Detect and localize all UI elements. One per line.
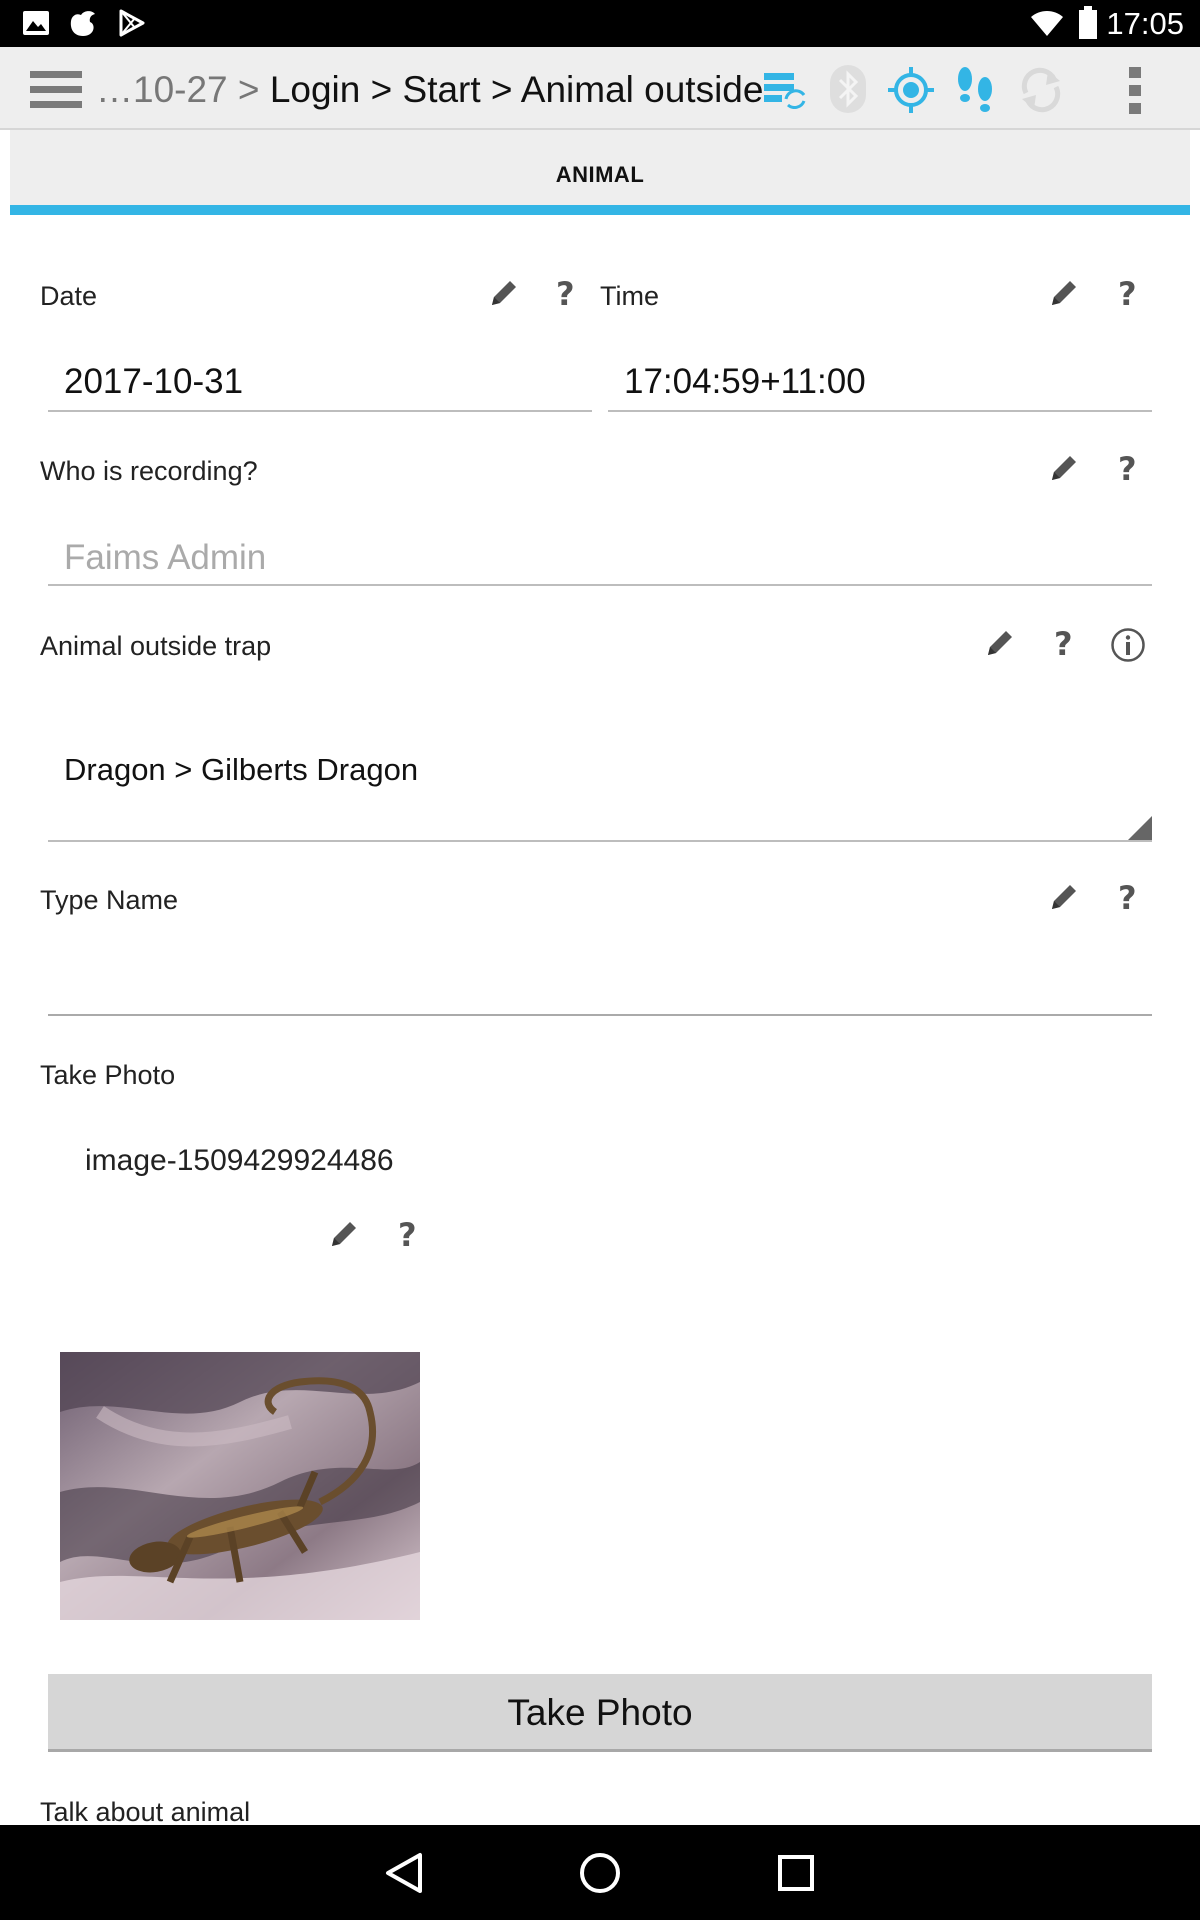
navigation-bar — [0, 1825, 1200, 1920]
bluetooth-icon[interactable] — [828, 63, 868, 115]
take-photo-label: Take Photo — [40, 1060, 176, 1090]
home-icon[interactable] — [578, 1851, 622, 1895]
pencil-icon[interactable] — [1048, 452, 1080, 484]
type-name-underline — [48, 1014, 1152, 1016]
animal-underline — [48, 840, 1152, 842]
breadcrumb-path: Login > Start > Animal outside — [269, 69, 764, 110]
action-bar: …10-27 > Login > Start > Animal outside — [0, 47, 1200, 130]
talk-label: Talk about animal — [40, 1797, 251, 1827]
help-icon[interactable]: ? — [1118, 275, 1137, 313]
clock: 17:05 — [1106, 6, 1184, 41]
tracking-icon[interactable] — [954, 65, 998, 117]
wifi-icon — [1031, 11, 1063, 36]
overflow-menu-icon[interactable] — [1126, 65, 1144, 117]
time-field[interactable]: 17:04:59+11:00 — [624, 362, 866, 402]
help-icon[interactable]: ? — [556, 275, 575, 313]
photo-thumbnail[interactable] — [60, 1352, 420, 1620]
recorder-field[interactable]: Faims Admin — [64, 538, 266, 578]
pencil-icon[interactable] — [1048, 881, 1080, 913]
app-icon — [70, 11, 95, 36]
pencil-icon[interactable] — [328, 1218, 360, 1250]
help-icon[interactable]: ? — [1118, 450, 1137, 488]
type-name-label: Type Name — [40, 885, 179, 915]
dropdown-triangle-icon[interactable] — [1128, 816, 1152, 840]
date-label: Date — [40, 281, 98, 311]
recorder-underline — [48, 584, 1152, 586]
date-underline — [48, 410, 592, 412]
play-store-icon — [119, 9, 145, 37]
battery-icon — [1079, 6, 1097, 39]
pencil-icon[interactable] — [488, 277, 520, 309]
tab-indicator — [10, 205, 1190, 215]
info-icon[interactable] — [1110, 627, 1146, 663]
time-label: Time — [600, 281, 659, 311]
recents-icon[interactable] — [776, 1853, 816, 1893]
recorder-label: Who is recording? — [40, 456, 258, 486]
pencil-icon[interactable] — [1048, 277, 1080, 309]
breadcrumb-prefix: …10-27 > — [96, 69, 260, 110]
back-icon[interactable] — [384, 1851, 424, 1895]
take-photo-button[interactable]: Take Photo — [48, 1674, 1152, 1752]
sync-icon[interactable] — [762, 71, 806, 109]
tab-label: ANIMAL — [555, 162, 645, 187]
help-icon[interactable]: ? — [1118, 879, 1137, 917]
help-icon[interactable]: ? — [398, 1216, 417, 1254]
animal-label: Animal outside trap — [40, 631, 272, 661]
pencil-icon[interactable] — [984, 627, 1016, 659]
gps-icon[interactable] — [888, 67, 934, 113]
status-bar: 17:05 — [0, 0, 1200, 47]
gallery-icon — [23, 11, 49, 35]
help-icon[interactable]: ? — [1054, 625, 1073, 663]
date-field[interactable]: 2017-10-31 — [64, 362, 243, 402]
animal-spinner[interactable]: Dragon > Gilberts Dragon — [64, 752, 418, 788]
menu-icon[interactable] — [30, 69, 82, 109]
photo-filename: image-1509429924486 — [85, 1144, 394, 1177]
breadcrumb[interactable]: …10-27 > Login > Start > Animal outside — [96, 69, 763, 111]
tab-animal[interactable]: ANIMAL — [10, 130, 1190, 205]
time-underline — [608, 410, 1152, 412]
refresh-icon[interactable] — [1018, 67, 1064, 113]
